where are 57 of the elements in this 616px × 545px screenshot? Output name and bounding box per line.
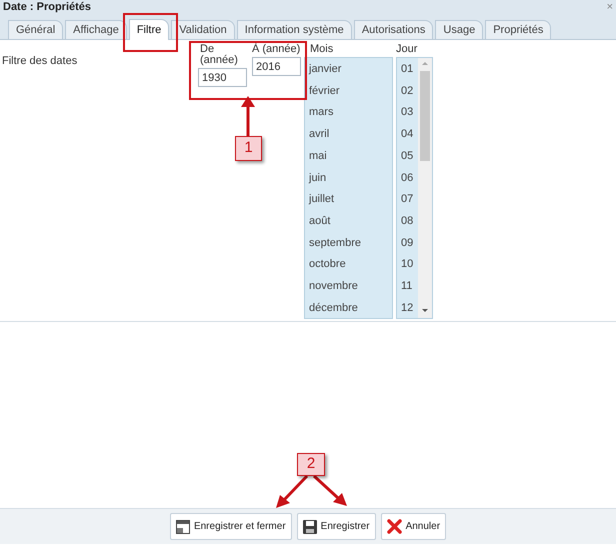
list-item[interactable]: 07 bbox=[397, 189, 418, 211]
arrow bbox=[312, 474, 347, 506]
list-item[interactable]: 03 bbox=[397, 102, 418, 124]
list-item[interactable]: juin bbox=[305, 168, 392, 190]
list-item[interactable]: septembre bbox=[305, 232, 392, 254]
action-button[interactable]: Enregistrer et fermer bbox=[170, 513, 292, 540]
list-item[interactable]: juillet bbox=[305, 189, 392, 211]
column-label: Mois bbox=[310, 43, 334, 55]
scroll-up-icon[interactable] bbox=[422, 62, 428, 65]
list-item[interactable]: 04 bbox=[397, 124, 418, 146]
list-item[interactable]: décembre bbox=[305, 298, 392, 320]
column-label: Jour bbox=[396, 43, 418, 55]
arrow bbox=[241, 96, 255, 136]
scrollbar-thumb[interactable] bbox=[420, 71, 430, 161]
highlight-frame bbox=[123, 13, 178, 52]
tab[interactable]: Validation bbox=[171, 20, 235, 39]
callout-number: 2 bbox=[297, 453, 325, 476]
action-button[interactable]: Enregistrer bbox=[296, 513, 376, 540]
tab[interactable]: Filtre bbox=[128, 19, 170, 40]
action-button[interactable]: Annuler bbox=[380, 513, 446, 540]
list-item[interactable]: 05 bbox=[397, 146, 418, 168]
list-item[interactable]: 11 bbox=[397, 276, 418, 298]
list-item[interactable]: mars bbox=[305, 102, 392, 124]
cross-icon bbox=[386, 519, 402, 534]
section-label: Filtre des dates bbox=[2, 55, 78, 67]
list-item[interactable]: août bbox=[305, 210, 392, 233]
arrow bbox=[276, 474, 308, 508]
list-item[interactable]: novembre bbox=[305, 276, 392, 298]
list-item[interactable]: 09 bbox=[397, 232, 418, 254]
day-list[interactable]: 01 02 03 04 05 06 07 08 09 10 11 12 bbox=[396, 57, 433, 319]
tab[interactable]: Autorisations bbox=[354, 20, 434, 39]
list-item[interactable]: 10 bbox=[397, 254, 418, 276]
scroll-down-icon[interactable] bbox=[422, 309, 428, 312]
field-label: De (année) bbox=[200, 44, 239, 66]
window-title: Date : Propriétés bbox=[3, 2, 92, 12]
list-item[interactable]: avril bbox=[305, 124, 392, 146]
list-item[interactable]: 01 bbox=[397, 59, 418, 81]
list-item[interactable]: février bbox=[305, 80, 392, 102]
year-field[interactable]: 2016 bbox=[252, 57, 301, 76]
year-field[interactable]: 1930 bbox=[198, 68, 247, 87]
month-list[interactable]: janvier février mars avril mai juin juillet août septembre octobre novembre décembre bbox=[304, 57, 393, 319]
list-item[interactable]: janvier bbox=[305, 59, 392, 81]
list-item[interactable]: 06 bbox=[397, 168, 418, 190]
list-item[interactable]: 08 bbox=[397, 210, 418, 233]
tab[interactable]: Propriétés bbox=[485, 20, 552, 39]
list-item[interactable]: 12 bbox=[397, 298, 418, 320]
list-item[interactable]: mai bbox=[305, 146, 392, 168]
tab[interactable]: Général bbox=[8, 20, 64, 39]
callout-number: 1 bbox=[235, 136, 262, 161]
tab[interactable]: Affichage bbox=[65, 20, 127, 39]
list-item[interactable]: octobre bbox=[305, 254, 392, 276]
scrollbar[interactable] bbox=[418, 58, 432, 318]
field-label: À (année) bbox=[252, 44, 302, 55]
window-icon bbox=[176, 520, 190, 534]
tab[interactable]: Information système bbox=[236, 20, 352, 39]
list-item[interactable]: 02 bbox=[397, 80, 418, 102]
tab[interactable]: Usage bbox=[435, 20, 484, 39]
